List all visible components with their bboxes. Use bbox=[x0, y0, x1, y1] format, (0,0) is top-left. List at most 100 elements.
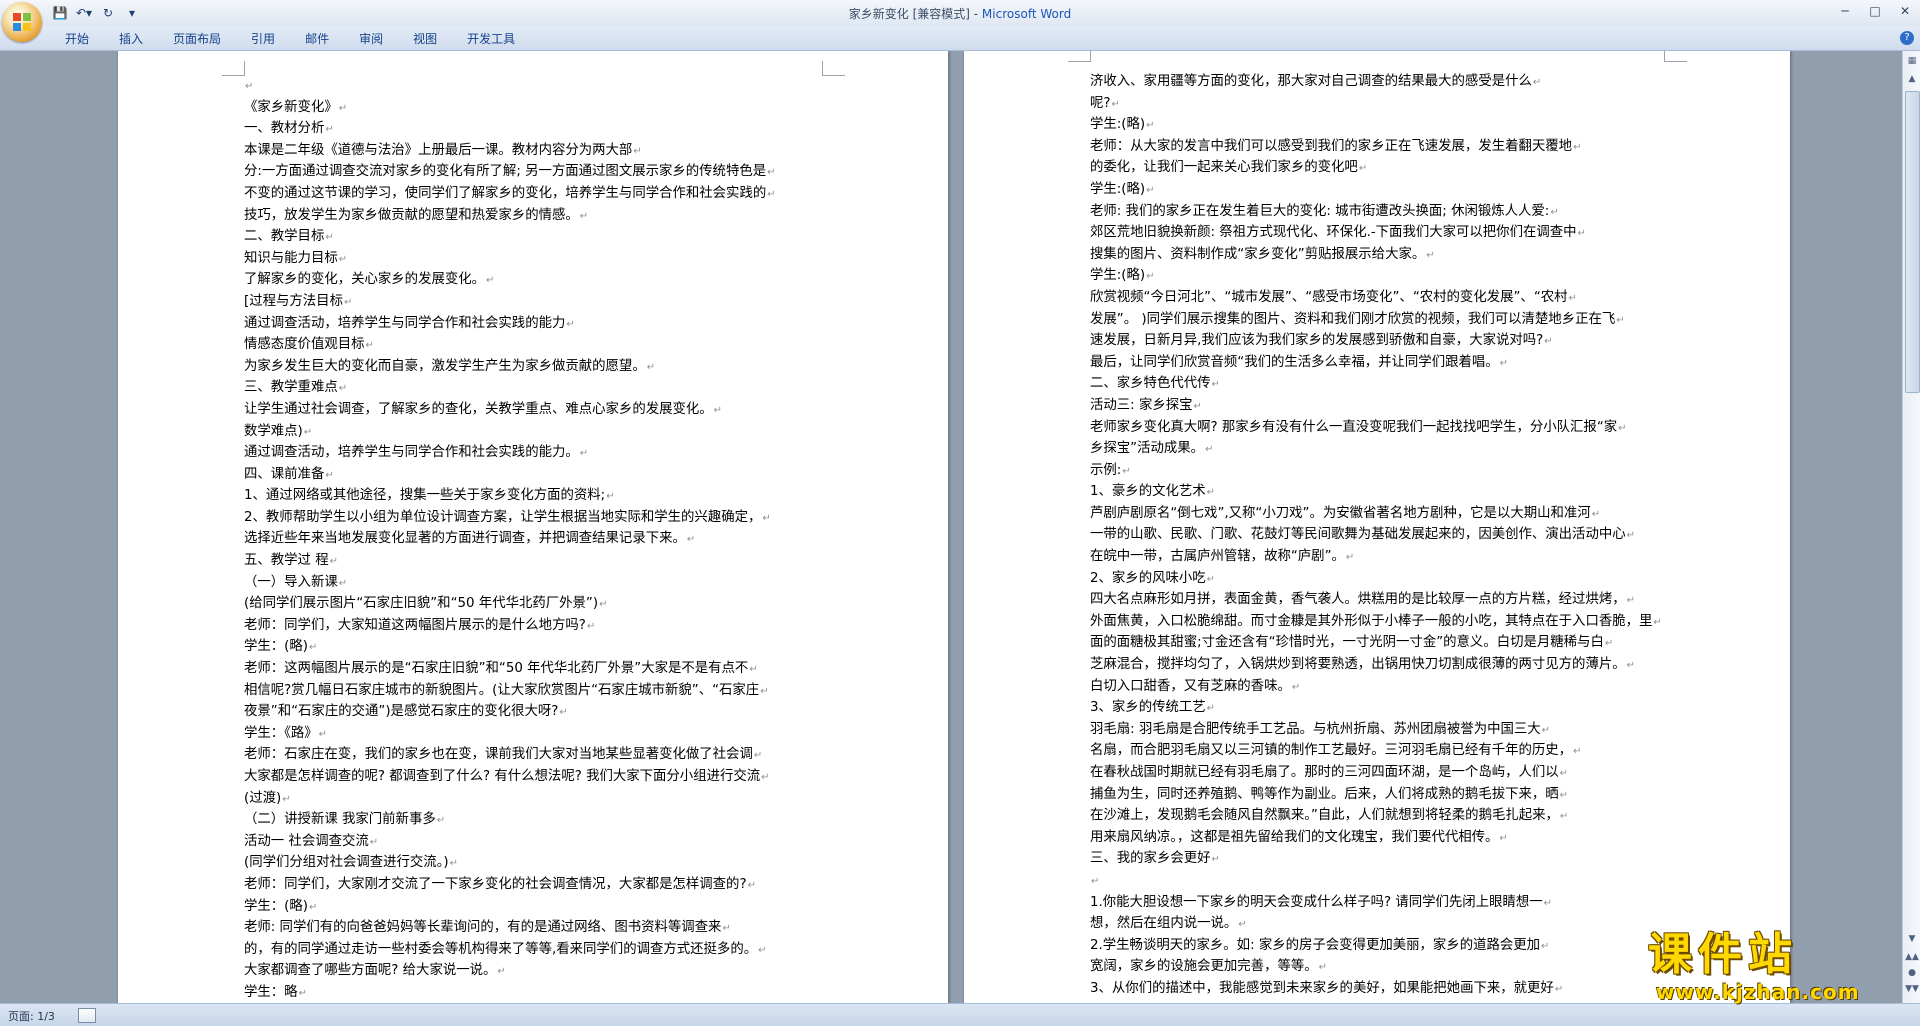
paragraph-line[interactable]: 活动三: 家乡探宝↵ bbox=[1090, 395, 1670, 417]
paragraph-line[interactable]: 发展”。 )同学们展示搜集的图片、资料和我们刚才欣赏的视频，我们可以清楚地乡正在… bbox=[1090, 309, 1670, 331]
paragraph-line[interactable]: ↵ bbox=[1090, 870, 1670, 892]
paragraph-line[interactable]: 老师：石家庄在变，我们的家乡也在变，课前我们大家对当地某些显著变化做了社会调↵ bbox=[244, 744, 824, 766]
paragraph-line[interactable]: 3、从你们的描述中，我能感觉到未来家乡的美好，如果能把她画下来，就更好↵ bbox=[1090, 978, 1670, 1000]
paragraph-line[interactable]: 让学生通过社会调查，了解家乡的查化，关教学重点、难点心家乡的发展变化。↵ bbox=[244, 399, 824, 421]
paragraph-line[interactable]: 1、豪乡的文化艺术↵ bbox=[1090, 481, 1670, 503]
paragraph-line[interactable]: 示例:↵ bbox=[1090, 460, 1670, 482]
ribbon-tab[interactable]: 开始 bbox=[50, 30, 104, 48]
paragraph-line[interactable]: 的，有的同学通过走访一些村委会等机构得来了等等,看来同学们的调查方式还挺多的。↵ bbox=[244, 939, 824, 961]
paragraph-line[interactable]: 宽阔，家乡的设施会更加完善，等等。↵ bbox=[1090, 956, 1670, 978]
paragraph-line[interactable]: 一、教材分析↵ bbox=[244, 118, 824, 140]
page-2-text[interactable]: 济收入、家用疆等方面的变化，那大家对自己调查的结果最大的感受是什么↵ 呢?↵ 学生:… bbox=[1090, 71, 1670, 1000]
page-indicator[interactable]: 页面: 1/3 bbox=[8, 1008, 55, 1024]
paragraph-line[interactable]: 郊区荒地旧貌换新颜: 祭祖方式现代化、环保化.-下面我们大家可以把你们在调查中↵ bbox=[1090, 222, 1670, 244]
paragraph-line[interactable]: 1、通过网络或其他途径，搜集一些关于家乡变化方面的资料;↵ bbox=[244, 485, 824, 507]
paragraph-line[interactable]: 名扇，而合肥羽毛扇又以三河镇的制作工艺最好。三河羽毛扇已经有千年的历史，↵ bbox=[1090, 740, 1670, 762]
paragraph-line[interactable]: [过程与方法目标↵ bbox=[244, 291, 824, 313]
paragraph-line[interactable]: 五、教学过 程↵ bbox=[244, 550, 824, 572]
paragraph-line[interactable]: 2、家乡的风味小吃↵ bbox=[1090, 568, 1670, 590]
paragraph-line[interactable]: 2、教师帮助学生以小组为单位设计调查方案，让学生根据当地实际和学生的兴趣确定，↵ bbox=[244, 507, 824, 529]
paragraph-line[interactable]: 四大名点麻形如月拼，表面金黄，香气袭人。烘糕用的是比较厚一点的方片糕，经过烘烤，… bbox=[1090, 589, 1670, 611]
paragraph-line[interactable]: 技巧，放发学生为家乡做贡献的愿望和热爱家乡的情感。↵ bbox=[244, 205, 824, 227]
paragraph-line[interactable]: 学生：(略)↵ bbox=[244, 636, 824, 658]
ribbon-tab[interactable]: 页面布局 bbox=[158, 30, 236, 48]
paragraph-line[interactable]: 老师：同学们，大家知道这两幅图片展示的是什么地方吗?↵ bbox=[244, 615, 824, 637]
ribbon-tab[interactable]: 开发工具 bbox=[452, 30, 530, 48]
ribbon-tab[interactable]: 插入 bbox=[104, 30, 158, 48]
paragraph-line[interactable]: 大家都是怎样调查的呢? 都调查到了什么? 有什么想法呢? 我们大家下面分小组进行… bbox=[244, 766, 824, 788]
paragraph-line[interactable]: 相信呢?赏几幅日石家庄城市的新貌图片。(让大家欣赏图片“石家庄城市新貌”、“石家… bbox=[244, 680, 824, 702]
paragraph-line[interactable]: 分:一方面通过调查交流对家乡的变化有所了解; 另一方面通过图文展示家乡的传统特色… bbox=[244, 161, 824, 183]
paragraph-line[interactable]: 通过调查活动，培养学生与同学合作和社会实践的能力。↵ bbox=[244, 442, 824, 464]
paragraph-line[interactable]: 搜集的图片、资料制作成“家乡变化”剪贴报展示给大家。↵ bbox=[1090, 244, 1670, 266]
paragraph-line[interactable]: 老师家乡变化真大啊? 那家乡有没有什么一直没变呢我们一起找找吧学生，分小队汇报“… bbox=[1090, 417, 1670, 439]
paragraph-line[interactable]: 三、教学重难点↵ bbox=[244, 377, 824, 399]
scroll-down-icon[interactable]: ▼ bbox=[1904, 931, 1920, 947]
ribbon-tab[interactable]: 视图 bbox=[398, 30, 452, 48]
paragraph-line[interactable]: 羽毛扇: 羽毛扇是合肥传统手工艺品。与杭州折扇、苏州团扇被誉为中国三大↵ bbox=[1090, 719, 1670, 741]
paragraph-line[interactable]: 数学难点)↵ bbox=[244, 421, 824, 443]
paragraph-line[interactable]: 在皖中一带，古属庐州管辖，故称“庐剧”。↵ bbox=[1090, 546, 1670, 568]
paragraph-line[interactable]: 二、家乡特色代代传↵ bbox=[1090, 373, 1670, 395]
office-button[interactable] bbox=[2, 2, 42, 42]
paragraph-line[interactable]: 一带的山歌、民歌、门歌、花鼓灯等民间歌舞为基础发展起来的，因美创作、演出活动中心… bbox=[1090, 524, 1670, 546]
paragraph-line[interactable]: 芝麻混合，搅拌均匀了，入锅烘炒到将要熟透，出锅用快刀切割成很薄的两寸见方的薄片。… bbox=[1090, 654, 1670, 676]
paragraph-line[interactable]: 学生:(略)↵ bbox=[1090, 179, 1670, 201]
next-page-icon[interactable]: ▼▼ bbox=[1904, 981, 1920, 997]
maximize-icon[interactable]: □ bbox=[1860, 0, 1890, 22]
select-browse-object-icon[interactable]: ● bbox=[1904, 965, 1920, 981]
paragraph-line[interactable]: 芦剧庐剧原名“倒七戏”,又称“小刀戏”。为安徽省著名地方剧种，它是以大期山和准河… bbox=[1090, 503, 1670, 525]
paragraph-line[interactable]: 老师：这两幅图片展示的是“石家庄旧貌”和“50 年代华北药厂外景”大家是不是有点… bbox=[244, 658, 824, 680]
paragraph-line[interactable]: 三、我的家乡会更好↵ bbox=[1090, 848, 1670, 870]
paragraph-line[interactable]: 大家都调查了哪些方面呢? 给大家说一说。↵ bbox=[244, 960, 824, 982]
paragraph-line[interactable]: 情感态度价值观目标↵ bbox=[244, 334, 824, 356]
paragraph-line[interactable]: 呢?↵ bbox=[1090, 93, 1670, 115]
minimize-icon[interactable]: ─ bbox=[1830, 0, 1860, 22]
paragraph-line[interactable]: 在春秋战国时期就已经有羽毛扇了。那时的三河四面环湖，是一个岛屿，人们以↵ bbox=[1090, 762, 1670, 784]
previous-page-icon[interactable]: ▲▲ bbox=[1904, 949, 1920, 965]
paragraph-line[interactable]: 学生：《路》↵ bbox=[244, 723, 824, 745]
paragraph-line[interactable]: 学生：(略)↵ bbox=[244, 896, 824, 918]
close-icon[interactable]: ✕ bbox=[1890, 0, 1920, 22]
paragraph-line[interactable]: 学生:(略)↵ bbox=[1090, 265, 1670, 287]
paragraph-line[interactable]: 通过调查活动，培养学生与同学合作和社会实践的能力↵ bbox=[244, 313, 824, 335]
paragraph-line[interactable]: 选择近些年来当地发展变化显著的方面进行调查，并把调查结果记录下来。↵ bbox=[244, 528, 824, 550]
ruler-toggle-icon[interactable]: ▦ bbox=[1904, 53, 1920, 69]
scrollbar-thumb[interactable] bbox=[1905, 91, 1920, 393]
paragraph-line[interactable]: 乡探宝”活动成果。↵ bbox=[1090, 438, 1670, 460]
paragraph-line[interactable]: (过渡)↵ bbox=[244, 788, 824, 810]
paragraph-line[interactable]: (同学们分组对社会调查进行交流。)↵ bbox=[244, 852, 824, 874]
ribbon-tab[interactable]: 邮件 bbox=[290, 30, 344, 48]
scroll-up-icon[interactable]: ▲ bbox=[1904, 71, 1920, 87]
paragraph-line[interactable]: 捕鱼为生，同时还养殖鹅、鸭等作为副业。后来，人们将成熟的鹅毛拔下来，晒↵ bbox=[1090, 784, 1670, 806]
paragraph-line[interactable]: 老师: 我们的家乡正在发生着巨大的变化: 城市街遭改头换面; 休闲锻炼人人爱:↵ bbox=[1090, 201, 1670, 223]
paragraph-line[interactable]: 欣赏视频“今日河北”、“城市发展”、“感受市场变化”、“农村的变化发展”、“农村… bbox=[1090, 287, 1670, 309]
paragraph-line[interactable]: 在沙滩上，发现鹅毛会随风自然飘来。”自此，人们就想到将轻柔的鹅毛扎起来，↵ bbox=[1090, 805, 1670, 827]
paragraph-line[interactable]: 《家乡新变化》↵ bbox=[244, 97, 824, 119]
paragraph-line[interactable]: 学生：略↵ bbox=[244, 982, 824, 1003]
paragraph-line[interactable]: （一）导入新课↵ bbox=[244, 572, 824, 594]
paragraph-line[interactable]: 白切入口甜香，又有芝麻的香味。↵ bbox=[1090, 676, 1670, 698]
paragraph-line[interactable]: 不变的通过这节课的学习，使同学们了解家乡的变化，培养学生与同学合作和社会实践的↵ bbox=[244, 183, 824, 205]
paragraph-line[interactable]: 本课是二年级《道德与法治》上册最后一课。教材内容分为两大部↵ bbox=[244, 140, 824, 162]
paragraph-line[interactable]: 为家乡发生巨大的变化而自豪，激发学生产生为家乡做贡献的愿望。↵ bbox=[244, 356, 824, 378]
paragraph-line[interactable]: 活动一 社会调查交流↵ bbox=[244, 831, 824, 853]
paragraph-line[interactable]: 速发展，日新月异,我们应该为我们家乡的发展感到骄傲和自豪，大家说对吗?↵ bbox=[1090, 330, 1670, 352]
proofing-icon[interactable] bbox=[78, 1008, 96, 1023]
paragraph-line[interactable]: 知识与能力目标↵ bbox=[244, 248, 824, 270]
paragraph-line[interactable]: (给同学们展示图片“石家庄旧貌”和“50 年代华北药厂外景”)↵ bbox=[244, 593, 824, 615]
paragraph-line[interactable]: 2.学生畅谈明天的家乡。如: 家乡的房子会变得更加美丽，家乡的道路会更加↵ bbox=[1090, 935, 1670, 957]
page-1-text[interactable]: ↵ 《家乡新变化》↵ 一、教材分析↵ 本课是二年级《道德与法治》上册最后一课。教材内容… bbox=[244, 75, 824, 1003]
paragraph-line[interactable]: 最后，让同学们欣赏音频“我们的生活多么幸福，并让同学们跟着唱。↵ bbox=[1090, 352, 1670, 374]
paragraph-line[interactable]: 学生:(略)↵ bbox=[1090, 114, 1670, 136]
paragraph-line[interactable]: 夜景”和“石家庄的交通”)是感觉石家庄的变化很大呀?↵ bbox=[244, 701, 824, 723]
paragraph-line[interactable]: ↵ bbox=[244, 75, 824, 97]
help-icon[interactable]: ? bbox=[1900, 31, 1914, 45]
paragraph-line[interactable]: 1.你能大胆设想一下家乡的明天会变成什么样子吗? 请同学们先闭上眼睛想一↵ bbox=[1090, 892, 1670, 914]
vertical-scrollbar[interactable]: ▦ ▲ ▼ ▲▲ ● ▼▼ bbox=[1902, 51, 1920, 1003]
paragraph-line[interactable]: 面的面糖极其甜蜜;寸金还含有“珍惜时光，一寸光阴一寸金”的意义。白切是月糖稀与白… bbox=[1090, 632, 1670, 654]
ribbon-tab[interactable]: 引用 bbox=[236, 30, 290, 48]
paragraph-line[interactable]: 用来扇风纳凉。，这都是祖先留给我们的文化瑰宝，我们要代代相传。↵ bbox=[1090, 827, 1670, 849]
paragraph-line[interactable]: 3、家乡的传统工艺↵ bbox=[1090, 697, 1670, 719]
paragraph-line[interactable]: （二）讲授新课 我家门前新事多↵ bbox=[244, 809, 824, 831]
